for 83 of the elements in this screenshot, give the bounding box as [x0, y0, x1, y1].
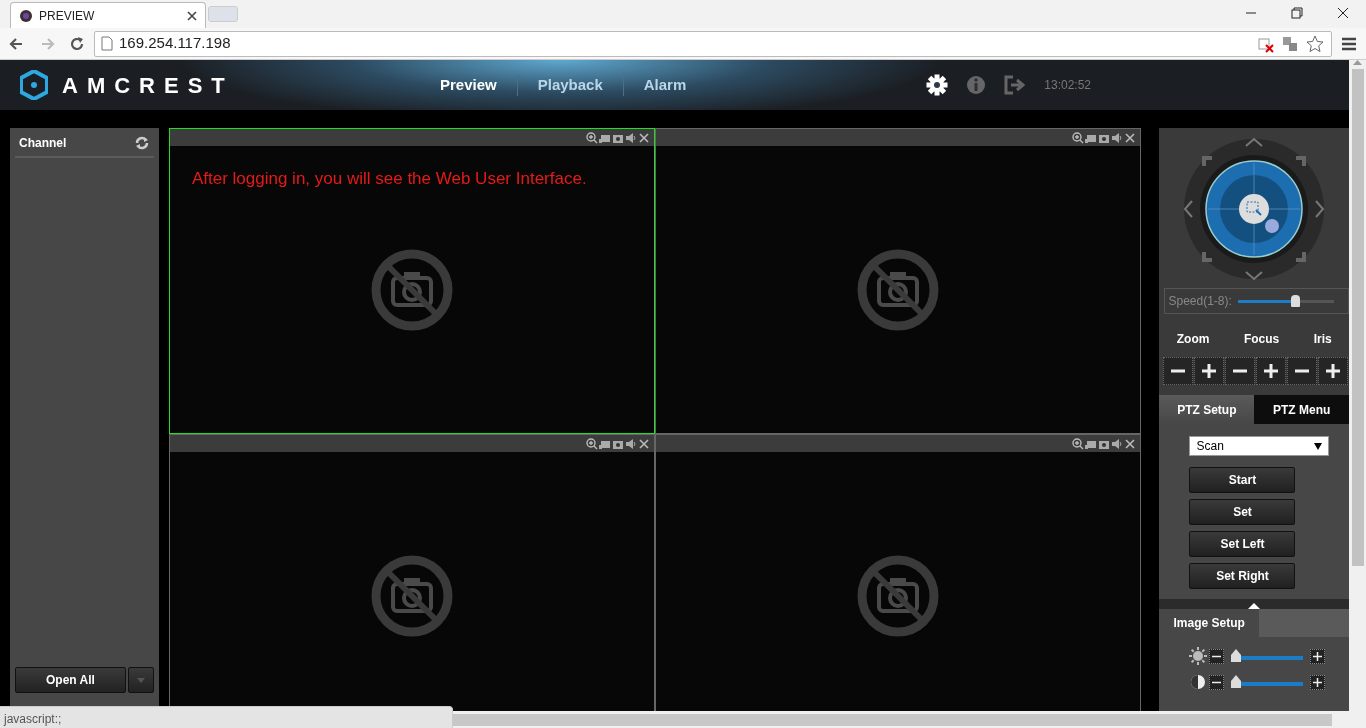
- video-cell[interactable]: [168, 434, 656, 711]
- menu-icon[interactable]: [1341, 35, 1357, 52]
- nav-tab[interactable]: Preview: [420, 73, 518, 97]
- plus-icon: [1313, 651, 1323, 661]
- logo-icon: [20, 70, 48, 100]
- video-cell[interactable]: [655, 434, 1142, 711]
- speaker-icon[interactable]: [1111, 131, 1124, 144]
- zoom-icon[interactable]: [586, 131, 599, 144]
- close-icon[interactable]: [187, 10, 197, 21]
- contrast-icon: [1189, 673, 1208, 691]
- caret-icon: [1314, 442, 1323, 450]
- vertical-scrollbar[interactable]: [1349, 60, 1366, 711]
- caret-icon: [136, 677, 145, 683]
- reload-icon[interactable]: [68, 34, 86, 53]
- panel-title: Channel: [19, 135, 67, 152]
- ptz-tab[interactable]: PTZ Menu: [1254, 395, 1349, 424]
- minus-button[interactable]: [1225, 357, 1256, 385]
- plus-icon: [1326, 364, 1341, 378]
- brightness-icon: [1189, 647, 1208, 665]
- video-cell[interactable]: [655, 128, 1142, 434]
- clock-text: 13:02:52: [1044, 77, 1091, 94]
- minus-button[interactable]: [1287, 357, 1318, 385]
- no-video-icon: [857, 248, 940, 331]
- restore-icon[interactable]: [1290, 6, 1304, 20]
- speaker-icon[interactable]: [625, 131, 638, 144]
- plus-button[interactable]: [1318, 357, 1349, 385]
- status-tooltip: javascript:;: [0, 706, 453, 728]
- slider-thumb[interactable]: [1230, 675, 1241, 688]
- no-video-icon: [371, 248, 454, 331]
- refresh-icon[interactable]: [133, 135, 150, 151]
- plus-icon: [1202, 364, 1217, 378]
- star-icon[interactable]: [1305, 33, 1325, 54]
- zoom-icon[interactable]: [586, 437, 599, 450]
- open-all-button[interactable]: Open All: [15, 667, 126, 693]
- camera-favicon: [19, 8, 33, 23]
- close-icon[interactable]: [638, 131, 651, 144]
- ptz-tab[interactable]: PTZ Setup: [1159, 395, 1255, 424]
- close-icon[interactable]: [1336, 6, 1350, 20]
- logout-icon[interactable]: [1004, 75, 1027, 95]
- page-icon: [101, 36, 113, 51]
- slider-thumb[interactable]: [1230, 649, 1241, 662]
- scrollbar-thumb[interactable]: [452, 713, 1332, 726]
- nav-tab[interactable]: Alarm: [623, 73, 707, 97]
- plus-button[interactable]: [1310, 648, 1326, 664]
- close-icon[interactable]: [1124, 437, 1137, 450]
- speaker-icon[interactable]: [625, 437, 638, 450]
- zoom-icon[interactable]: [1072, 437, 1085, 450]
- translate-icon[interactable]: [1281, 34, 1299, 53]
- control-label: Zoom: [1176, 331, 1210, 348]
- section-title: Image Setup: [1159, 609, 1260, 637]
- action-button[interactable]: Set Right: [1189, 563, 1296, 589]
- action-button[interactable]: Set Left: [1189, 531, 1296, 557]
- plus-icon: [1313, 677, 1323, 687]
- close-icon[interactable]: [1124, 131, 1137, 144]
- zoom-icon[interactable]: [1072, 131, 1085, 144]
- speed-slider[interactable]: [1237, 294, 1334, 308]
- minus-button[interactable]: [1209, 674, 1225, 690]
- info-icon[interactable]: [966, 75, 987, 95]
- no-video-icon: [857, 554, 940, 637]
- no-video-icon: [371, 554, 454, 637]
- plus-button[interactable]: [1310, 674, 1326, 690]
- browser-tab[interactable]: PREVIEW: [10, 2, 206, 28]
- action-button[interactable]: Set: [1189, 499, 1296, 525]
- ptz-joystick-drawing[interactable]: [1182, 136, 1327, 282]
- speaker-icon[interactable]: [1111, 437, 1124, 450]
- video-cell[interactable]: After logging in, you will see the Web User Interface.: [168, 128, 656, 434]
- mode-select[interactable]: Scan: [1189, 436, 1330, 456]
- control-label: Iris: [1313, 331, 1332, 348]
- nav-tab[interactable]: Playback: [517, 73, 624, 97]
- address-bar[interactable]: 169.254.117.198: [94, 30, 1332, 57]
- slider-thumb[interactable]: [1291, 295, 1301, 307]
- plus-button[interactable]: [1256, 357, 1287, 385]
- speed-label: Speed(1-8):: [1168, 293, 1232, 310]
- minus-button[interactable]: [1163, 357, 1194, 385]
- control-label: Focus: [1243, 331, 1280, 348]
- plus-icon: [1264, 364, 1279, 378]
- action-button[interactable]: Start: [1189, 467, 1296, 493]
- close-icon[interactable]: [638, 437, 651, 450]
- logo-text: AMCREST: [62, 71, 234, 100]
- settings-icon[interactable]: [926, 74, 949, 96]
- plus-button[interactable]: [1194, 357, 1225, 385]
- caption-text: After logging in, you will see the Web User Interface.: [191, 168, 587, 190]
- minus-button[interactable]: [1209, 648, 1225, 664]
